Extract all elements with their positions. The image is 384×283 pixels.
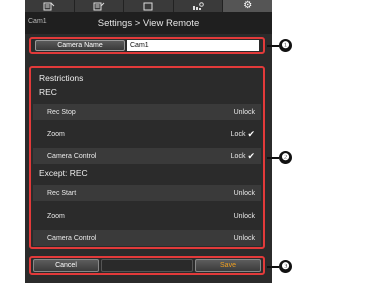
cancel-button[interactable]: Cancel bbox=[33, 259, 99, 272]
save-button[interactable]: Save bbox=[195, 259, 261, 272]
except-rec-heading: Except: REC bbox=[39, 168, 88, 178]
restrictions-section: Restrictions REC Rec Stop Unlock Zoom Lo… bbox=[29, 66, 265, 249]
tab-screen[interactable] bbox=[124, 0, 174, 12]
row-status: Unlock bbox=[234, 235, 255, 242]
row-status: Unlock bbox=[234, 190, 255, 197]
title-bar: Cam1 Settings > View Remote bbox=[25, 12, 272, 34]
row-label: Camera Control bbox=[47, 234, 97, 242]
row-rec-zoom[interactable]: Zoom Lock ✔ bbox=[33, 126, 261, 142]
callout-number: ❷ bbox=[279, 151, 292, 164]
camera-name-section: Camera Name Cam1 bbox=[29, 37, 265, 54]
tab-camera-settings[interactable] bbox=[174, 0, 224, 12]
camera-name-input[interactable]: Cam1 bbox=[127, 40, 259, 51]
remote-settings-screen: ⚙ Cam1 Settings > View Remote Camera Nam… bbox=[25, 0, 272, 283]
row-status: Unlock bbox=[234, 109, 255, 116]
status-text: Unlock bbox=[233, 234, 255, 242]
row-status: Lock ✔ bbox=[231, 129, 255, 140]
status-text: Unlock bbox=[233, 108, 255, 116]
callout-line bbox=[267, 265, 279, 268]
row-status: Lock ✔ bbox=[231, 151, 255, 162]
document-icon bbox=[43, 2, 55, 10]
tab-bar: ⚙ bbox=[25, 0, 272, 12]
tab-document-1[interactable] bbox=[25, 0, 75, 12]
screen-icon bbox=[143, 2, 153, 10]
rec-heading: REC bbox=[39, 87, 57, 97]
action-bar: Cancel Save bbox=[29, 256, 265, 275]
status-text: Lock bbox=[230, 130, 246, 138]
checkmark-icon: ✔ bbox=[247, 128, 255, 139]
checkmark-icon: ✔ bbox=[247, 150, 255, 161]
camera-name-label: Camera Name bbox=[35, 40, 125, 51]
document-icon bbox=[93, 2, 105, 10]
row-label: Rec Stop bbox=[47, 108, 76, 116]
row-except-camera-control[interactable]: Camera Control Unlock bbox=[33, 230, 261, 246]
row-status: Unlock bbox=[234, 213, 255, 220]
row-rec-start[interactable]: Rec Start Unlock bbox=[33, 185, 261, 201]
status-text: Unlock bbox=[233, 189, 255, 197]
tab-document-2[interactable] bbox=[75, 0, 125, 12]
restrictions-heading: Restrictions bbox=[39, 73, 84, 83]
row-label: Rec Start bbox=[47, 189, 77, 197]
row-except-zoom[interactable]: Zoom Unlock bbox=[33, 208, 261, 224]
row-rec-stop[interactable]: Rec Stop Unlock bbox=[33, 104, 261, 120]
row-rec-camera-control[interactable]: Camera Control Lock ✔ bbox=[33, 148, 261, 164]
row-label: Zoom bbox=[47, 130, 65, 138]
callout-line bbox=[267, 44, 279, 47]
callout-line bbox=[267, 156, 279, 159]
empty-slot bbox=[101, 259, 193, 272]
tab-settings[interactable]: ⚙ bbox=[223, 0, 272, 12]
callout-number: ❶ bbox=[279, 39, 292, 52]
callout-1: ❶ bbox=[267, 39, 292, 52]
status-text: Unlock bbox=[233, 212, 255, 220]
callout-number: ❸ bbox=[279, 260, 292, 273]
row-label: Zoom bbox=[47, 212, 65, 220]
callout-3: ❸ bbox=[267, 260, 292, 273]
page-title: Settings > View Remote bbox=[97, 18, 200, 29]
gear-icon: ⚙ bbox=[243, 0, 253, 11]
row-label: Camera Control bbox=[47, 152, 97, 160]
camera-settings-icon bbox=[193, 1, 204, 10]
callout-2: ❷ bbox=[267, 151, 292, 164]
status-text: Lock bbox=[230, 152, 246, 160]
